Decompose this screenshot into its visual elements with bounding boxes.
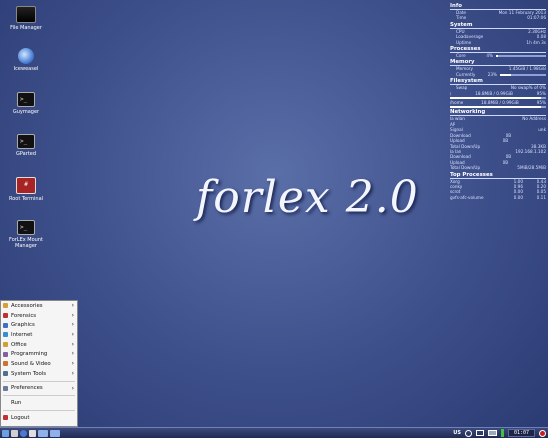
conky-info-header: Info: [450, 3, 546, 10]
conky-uptime-row: Uptime 1h 4m 3s: [456, 39, 546, 45]
menu-item-office[interactable]: Office ›: [1, 340, 77, 350]
desktop-icon-file-manager[interactable]: File Manager: [0, 6, 52, 31]
sound-video-icon: [3, 361, 8, 367]
conky-home-row: /home 18.8MiB / 0.99GiB 95%: [450, 100, 546, 106]
submenu-arrow-icon: ›: [71, 350, 74, 358]
taskbar: US 01:07: [0, 427, 548, 438]
start-menu: Accessories › Forensics › Graphics › Intern…: [0, 300, 78, 427]
conky-processes-header: Processes: [450, 46, 546, 54]
submenu-arrow-icon: ›: [71, 311, 74, 319]
desktop-icon-label: GParted: [16, 151, 36, 157]
menu-item-run[interactable]: Run: [1, 398, 77, 408]
process-row: gvfs-afc-volume 0.00 0.11: [450, 194, 546, 200]
submenu-arrow-icon: ›: [71, 331, 74, 339]
submenu-arrow-icon: ›: [71, 384, 74, 392]
root-usage-bar: [450, 97, 546, 100]
submenu-arrow-icon: ›: [71, 369, 74, 377]
conky-top-processes-header: Top Processes: [450, 172, 546, 179]
start-menu-icon[interactable]: [2, 429, 9, 437]
desktop-icon-guymager[interactable]: >_ Guymager: [0, 92, 52, 115]
desktop-icon-label: Iceweasel: [13, 66, 39, 72]
conky-time-row: Time 01:07:06: [456, 15, 546, 21]
conky-system-header: System: [450, 22, 546, 29]
core-usage-bar: [496, 54, 546, 57]
menu-item-sound-video[interactable]: Sound & Video ›: [1, 359, 77, 369]
network-icon[interactable]: [464, 429, 472, 437]
desktop-icon-label: Guymager: [12, 109, 40, 115]
terminal-icon: >_: [17, 92, 35, 107]
desktop-icon-forlex-mount-manager[interactable]: >_ ForLEx Mount Manager: [0, 220, 52, 249]
system-tray: US 01:07: [449, 429, 546, 437]
show-desktop-icon[interactable]: [38, 429, 48, 437]
home-usage-bar-fill: [450, 106, 542, 109]
submenu-arrow-icon: ›: [71, 321, 74, 329]
menu-item-internet[interactable]: Internet ›: [1, 330, 77, 340]
conky-core-row: Core 4%: [450, 53, 546, 58]
submenu-arrow-icon: ›: [71, 302, 74, 309]
desktop-icon-iceweasel[interactable]: Iceweasel: [0, 48, 52, 72]
logout-icon: [3, 415, 8, 421]
submenu-arrow-icon: ›: [71, 360, 74, 368]
forensics-icon: [3, 313, 8, 319]
menu-item-programming[interactable]: Programming ›: [1, 349, 77, 359]
menu-item-forensics[interactable]: Forensics ›: [1, 311, 77, 321]
system-tools-icon: [3, 371, 8, 377]
terminal-icon: >_: [17, 134, 35, 149]
memory-usage-bar-fill: [500, 73, 511, 76]
menu-separator: [3, 395, 75, 397]
root-terminal-icon: #: [16, 177, 36, 194]
display-icon[interactable]: [487, 430, 497, 436]
menu-item-preferences[interactable]: Preferences ›: [1, 384, 77, 394]
root-usage-bar-fill: [450, 97, 542, 100]
memory-usage-bar: [500, 73, 546, 76]
menu-item-graphics[interactable]: Graphics ›: [1, 320, 77, 330]
conky-monitor: Info Date Mon 11 February 2013 Time 01:07:…: [450, 2, 546, 200]
browser-launcher-icon[interactable]: [20, 429, 27, 437]
conky-networking-header: Networking: [450, 109, 546, 117]
keyboard-layout-indicator[interactable]: US: [453, 430, 461, 436]
desktop-icon-root-terminal[interactable]: # Root Terminal: [0, 177, 52, 202]
menu-separator: [3, 380, 75, 382]
desktop-icon-gparted[interactable]: >_ GParted: [0, 134, 52, 157]
preferences-icon: [3, 385, 8, 391]
folder-icon: [16, 6, 36, 23]
desktop-icon-label: ForLEx Mount Manager: [9, 237, 43, 249]
core-usage-bar-fill: [496, 54, 498, 57]
accessories-icon: [3, 303, 8, 309]
cpu-monitor-icon: [500, 429, 504, 437]
power-icon[interactable]: [539, 429, 546, 437]
programming-icon: [3, 351, 8, 357]
clock[interactable]: 01:07: [507, 429, 535, 437]
conky-root-row: /18.8MiB / 0.99GiB 95%: [450, 90, 546, 96]
file-manager-launcher-icon[interactable]: [29, 429, 36, 437]
internet-icon: [3, 332, 8, 338]
menu-item-system-tools[interactable]: System Tools ›: [1, 369, 77, 379]
home-usage-bar: [450, 106, 546, 109]
iceweasel-icon: [18, 48, 34, 64]
desktop-icon-label: File Manager: [10, 25, 42, 31]
volume-icon[interactable]: [475, 430, 484, 436]
workspace-switcher-icon[interactable]: [50, 429, 60, 437]
terminal-icon: >_: [17, 220, 35, 235]
submenu-arrow-icon: ›: [71, 340, 74, 348]
conky-memory-header: Memory: [450, 59, 546, 67]
menu-item-logout[interactable]: Logout: [1, 413, 77, 423]
menu-item-accessories[interactable]: Accessories ›: [1, 301, 77, 311]
graphics-icon: [3, 322, 8, 328]
wallpaper-brand-text: forlex 2.0: [196, 172, 419, 223]
conky-lan-total-row: Total Down/Up 5MiB/28.5MiB: [450, 165, 546, 171]
conky-filesystem-header: Filesystem: [450, 78, 546, 86]
conky-current-row: Currently 23%: [450, 72, 546, 77]
desktop-icon-label: Root Terminal: [8, 196, 44, 202]
office-icon: [3, 342, 8, 348]
menu-separator: [3, 409, 75, 411]
terminal-launcher-icon[interactable]: [11, 429, 18, 437]
